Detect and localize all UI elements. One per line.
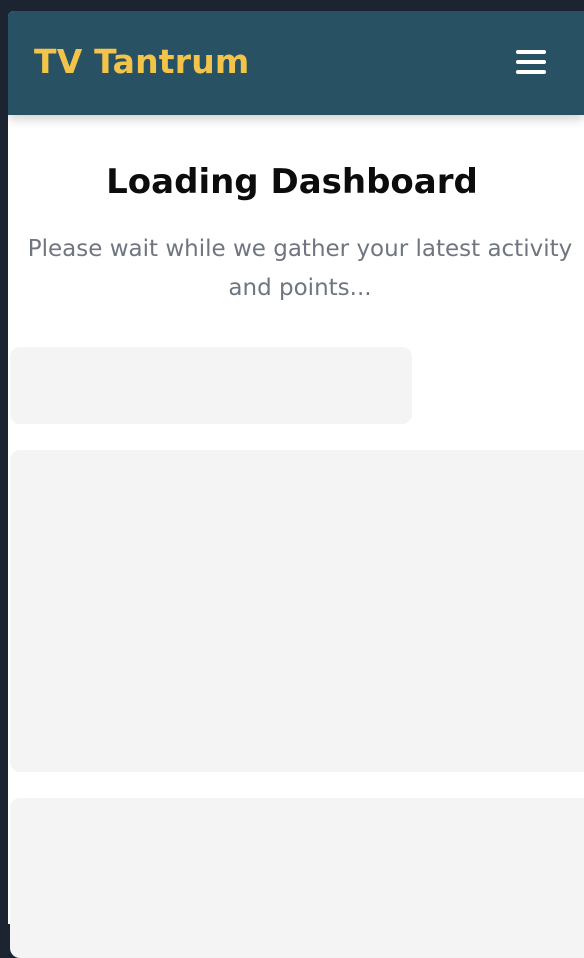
brand-logo[interactable]: TV Tantrum	[34, 41, 250, 83]
hamburger-menu-icon[interactable]	[504, 44, 552, 84]
skeleton-placeholder-card	[10, 450, 584, 772]
menu-bar-bottom	[516, 70, 546, 74]
skeleton-placeholder-card	[10, 798, 584, 958]
page-title: Loading Dashboard	[106, 162, 478, 202]
menu-bar-middle	[516, 60, 546, 64]
loading-message: Please wait while we gather your latest …	[27, 236, 573, 301]
navbar: TV Tantrum	[8, 11, 584, 115]
skeleton-placeholder-header	[10, 347, 412, 424]
menu-bar-top	[516, 50, 546, 54]
